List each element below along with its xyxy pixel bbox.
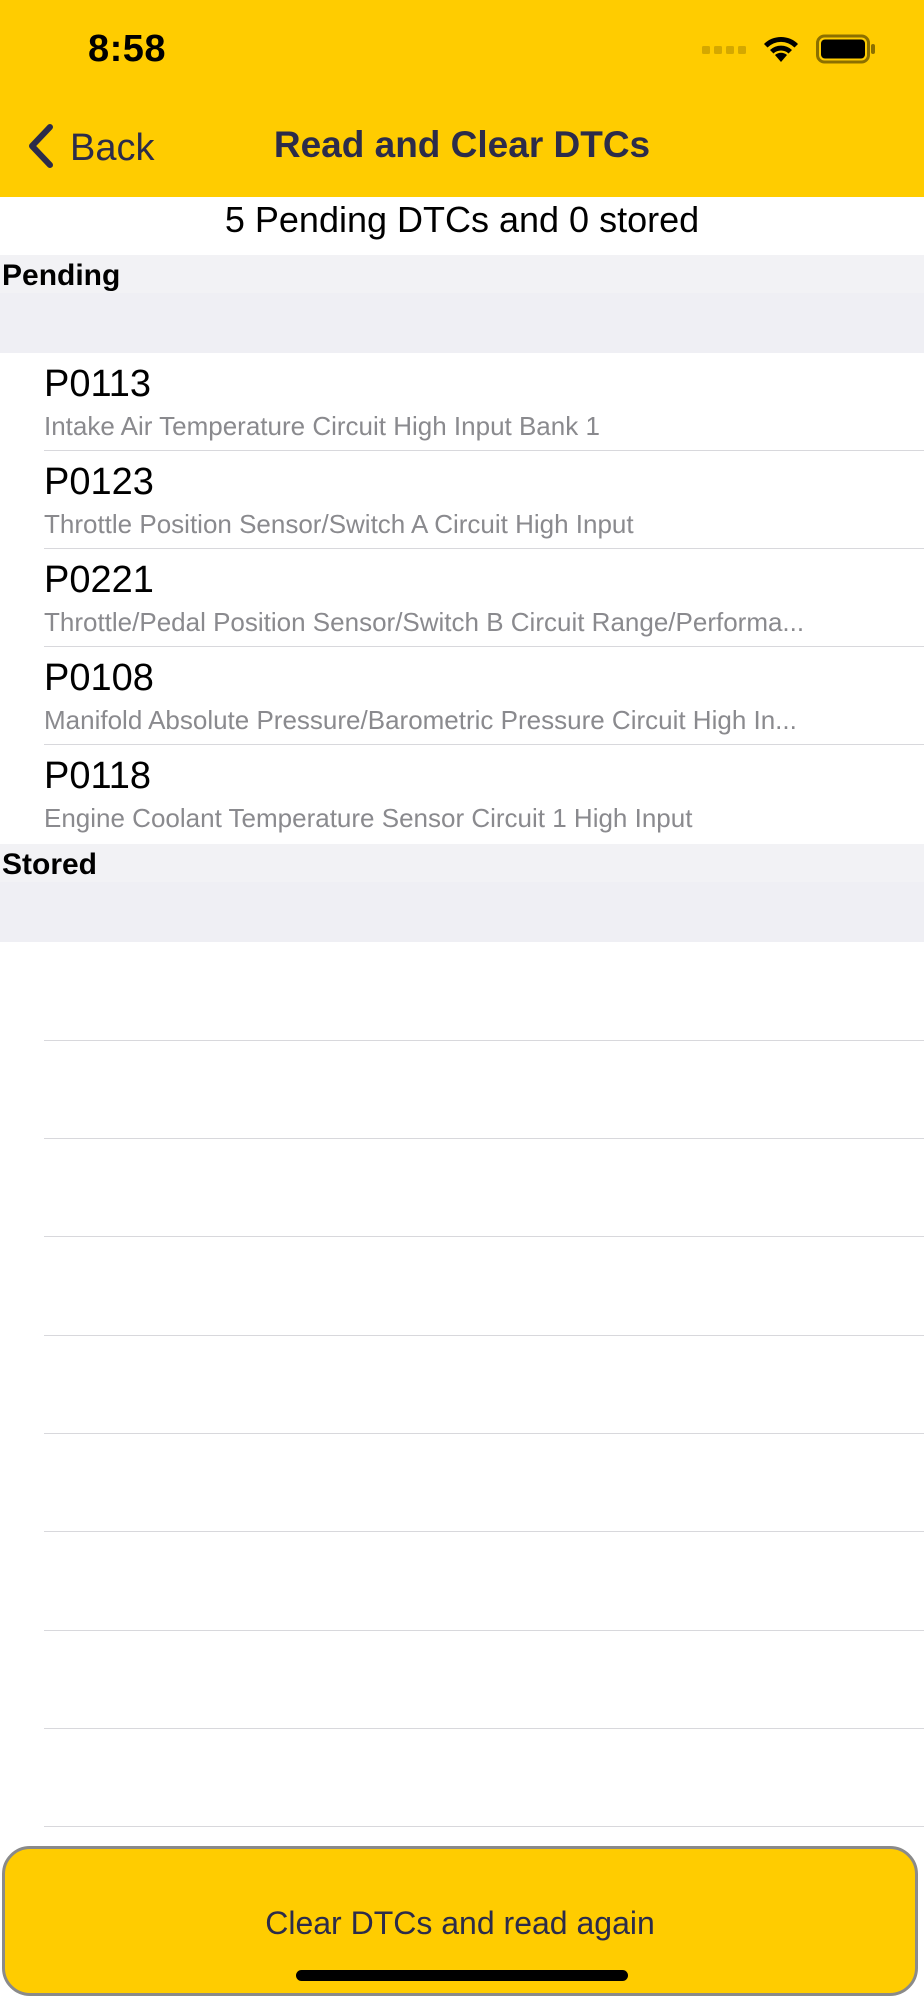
empty-row-separator xyxy=(44,1826,924,1827)
dtc-code: P0118 xyxy=(44,755,152,797)
dtc-description: Throttle Position Sensor/Switch A Circui… xyxy=(44,509,634,539)
dtc-code: P0123 xyxy=(44,461,154,503)
section-band xyxy=(0,293,924,353)
empty-row-separator xyxy=(44,1040,924,1041)
dtc-description: Engine Coolant Temperature Sensor Circui… xyxy=(44,803,693,833)
empty-row-separator xyxy=(44,1236,924,1237)
dtc-row[interactable]: P0123 Throttle Position Sensor/Switch A … xyxy=(0,451,924,549)
dtc-row[interactable]: P0113 Intake Air Temperature Circuit Hig… xyxy=(0,353,924,451)
section-header-stored: Stored xyxy=(0,844,924,942)
dtc-code: P0113 xyxy=(44,363,152,405)
empty-row-separator xyxy=(44,1728,924,1729)
dtc-row[interactable]: P0221 Throttle/Pedal Position Sensor/Swi… xyxy=(0,549,924,647)
cellular-signal-icon xyxy=(702,42,746,60)
empty-row-separator xyxy=(44,1335,924,1336)
home-indicator[interactable] xyxy=(296,1970,628,1981)
dtc-description: Throttle/Pedal Position Sensor/Switch B … xyxy=(44,607,805,637)
section-label-pending: Pending xyxy=(2,259,121,292)
dtc-code: P0108 xyxy=(44,657,154,699)
dtc-description: Manifold Absolute Pressure/Barometric Pr… xyxy=(44,705,797,735)
dtc-row[interactable]: P0118 Engine Coolant Temperature Sensor … xyxy=(0,745,924,843)
dtc-row[interactable]: P0108 Manifold Absolute Pressure/Baromet… xyxy=(0,647,924,745)
wifi-icon xyxy=(762,34,800,69)
battery-icon xyxy=(816,34,876,69)
dtc-code: P0221 xyxy=(44,559,154,601)
dtc-description: Intake Air Temperature Circuit High Inpu… xyxy=(44,411,600,441)
clear-dtcs-label: Clear DTCs and read again xyxy=(265,1905,655,1941)
dtc-summary: 5 Pending DTCs and 0 stored xyxy=(224,199,700,240)
section-label-stored: Stored xyxy=(2,848,98,881)
empty-row-separator xyxy=(44,1531,924,1532)
status-icons xyxy=(702,34,876,68)
status-time: 8:58 xyxy=(88,28,167,70)
empty-row-separator xyxy=(44,1433,924,1434)
section-band xyxy=(0,882,924,942)
empty-row-separator xyxy=(44,1630,924,1631)
navigation-header: 8:58 Back Read and Clear DTCs xyxy=(0,0,924,197)
page-title: Read and Clear DTCs xyxy=(273,124,651,165)
empty-row-separator xyxy=(44,1138,924,1139)
section-header-pending: Pending xyxy=(0,255,924,353)
